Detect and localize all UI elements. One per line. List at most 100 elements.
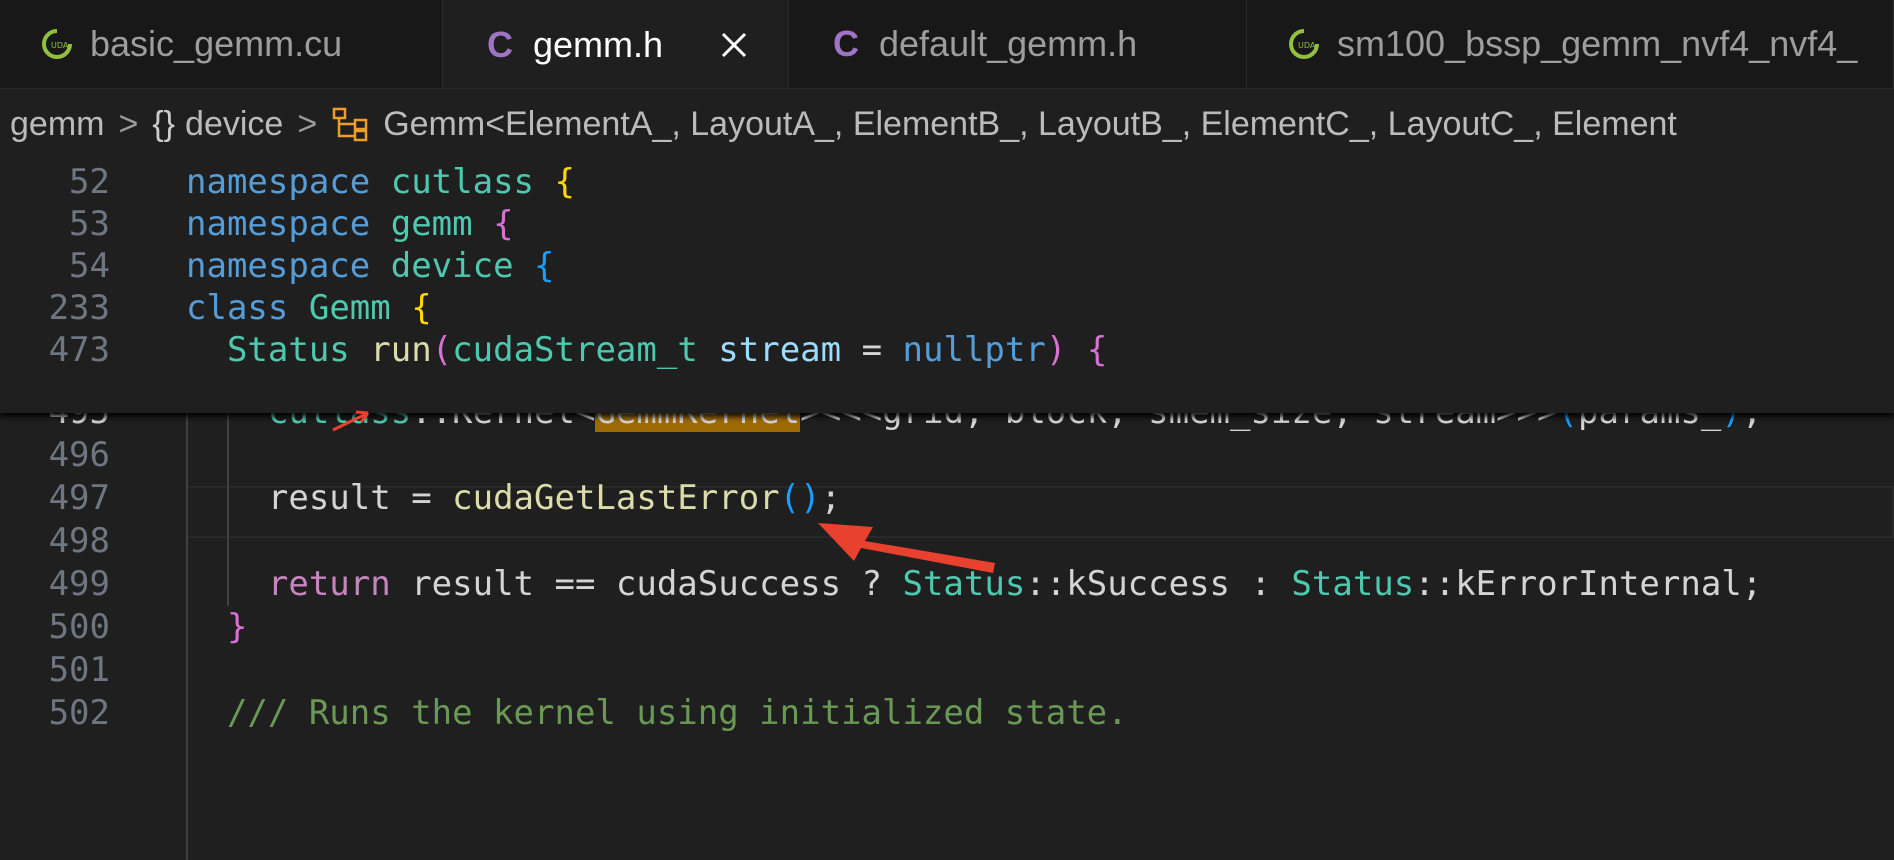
line-number[interactable]: 499 (0, 564, 110, 604)
code-token: = (841, 330, 903, 370)
line-number[interactable]: 52 (0, 162, 110, 202)
code-token: :: (1414, 564, 1456, 604)
code-token: namespace (186, 204, 371, 244)
tab-label: basic_gemm.cu (90, 23, 343, 64)
code-token: { (411, 288, 432, 328)
code-text: /// Runs the kernel using initialized st… (186, 693, 1128, 733)
code-token: { (493, 204, 514, 244)
code-token: cutlass (390, 162, 535, 202)
class-symbol-icon (332, 107, 368, 142)
svg-text:UDA: UDA (51, 41, 69, 50)
c-file-icon: C (487, 24, 513, 65)
code-token: return (267, 564, 391, 604)
code-token: kErrorInternal; (1455, 564, 1763, 604)
code-token: gemm (390, 204, 473, 244)
code-token: cudaStream_t (452, 330, 698, 370)
code-token: { (554, 162, 575, 202)
code-token: ; (820, 478, 842, 518)
sticky-scroll-header[interactable]: 52 namespace cutlass {53 namespace gemm {5… (0, 160, 1894, 413)
breadcrumb-item-gemm-class[interactable]: Gemm<ElementA_, LayoutA_, ElementB_, Lay… (383, 105, 1677, 144)
breadcrumb-item-gemm[interactable]: gemm (10, 105, 104, 144)
chevron-right-icon: > (118, 104, 139, 143)
code-token: { (1086, 330, 1108, 370)
code-token: result (267, 478, 391, 518)
code-token: /// Runs the kernel using initialized st… (226, 693, 1128, 733)
code-token: } (226, 607, 248, 647)
tab-basic-gemm-cu[interactable]: UDA basic_gemm.cu (0, 0, 443, 88)
code-token: :: (1025, 564, 1067, 604)
tab-gemm-h[interactable]: C gemm.h (443, 0, 789, 88)
code-token: Status (226, 330, 350, 370)
code-token: namespace (186, 246, 371, 286)
chevron-right-icon: > (297, 104, 318, 143)
code-token: namespace (186, 162, 371, 202)
code-token: kSuccess : (1066, 564, 1292, 604)
line-number[interactable]: 54 (0, 246, 110, 286)
code-text: Status run(cudaStream_t stream = nullptr… (186, 330, 1107, 370)
code-line[interactable]: 473 Status run(cudaStream_t stream = nul… (0, 324, 1894, 376)
code-token: = (390, 478, 453, 518)
code-token: () (779, 478, 821, 518)
editor-tab-bar: UDA basic_gemm.cu C gemm.h C default_gem… (0, 0, 1894, 89)
code-token: Status (902, 564, 1026, 604)
code-token: stream (718, 330, 842, 370)
breadcrumb: gemm > {} device > Gemm<ElementA_, Layou… (0, 89, 1894, 159)
code-token: Status (1291, 564, 1415, 604)
code-token: nullptr (902, 330, 1046, 370)
cuda-file-icon: UDA (1285, 29, 1323, 59)
code-text: namespace device { (186, 246, 555, 286)
cuda-file-icon: UDA (38, 29, 76, 59)
close-icon[interactable] (719, 30, 749, 60)
line-number[interactable]: 53 (0, 204, 110, 244)
code-editor[interactable]: 494 cutlass::arch::synclog_setup();495 c… (0, 160, 1894, 860)
code-token: cudaGetLastError (452, 478, 780, 518)
code-token: ) (1045, 330, 1067, 370)
code-line[interactable]: 502 /// Runs the kernel using initialize… (0, 687, 1894, 739)
code-text: namespace gemm { (186, 204, 514, 244)
code-token: result == cudaSuccess ? (390, 564, 903, 604)
code-token: class (186, 288, 289, 328)
code-text: return result == cudaSuccess ? Status::k… (186, 564, 1762, 604)
code-text: namespace cutlass { (186, 162, 575, 202)
code-text: } (186, 607, 247, 647)
code-text: result = cudaGetLastError(); (186, 478, 841, 518)
breadcrumb-item-device[interactable]: device (185, 105, 283, 144)
tab-sm100-bssp-gemm[interactable]: UDA sm100_bssp_gemm_nvf4_nvf4_ (1247, 0, 1894, 88)
line-number[interactable]: 496 (0, 435, 110, 475)
code-token: device (390, 246, 514, 286)
line-number[interactable]: 501 (0, 650, 110, 690)
tab-default-gemm-h[interactable]: C default_gemm.h (789, 0, 1247, 88)
code-token: ( (431, 330, 453, 370)
code-token: { (534, 246, 555, 286)
namespace-icon: {} (152, 104, 176, 143)
code-token: run (370, 330, 432, 370)
svg-text:UDA: UDA (1298, 41, 1316, 50)
tab-label: sm100_bssp_gemm_nvf4_nvf4_ (1337, 23, 1858, 64)
tab-label: gemm.h (533, 24, 664, 65)
line-number[interactable]: 233 (0, 288, 110, 328)
line-number[interactable]: 473 (0, 330, 110, 370)
line-number[interactable]: 498 (0, 521, 110, 561)
code-token: Gemm (308, 288, 391, 328)
line-number[interactable]: 497 (0, 478, 110, 518)
c-file-icon: C (833, 23, 859, 64)
line-number[interactable]: 502 (0, 693, 110, 733)
tab-label: default_gemm.h (879, 23, 1138, 64)
line-number[interactable]: 500 (0, 607, 110, 647)
